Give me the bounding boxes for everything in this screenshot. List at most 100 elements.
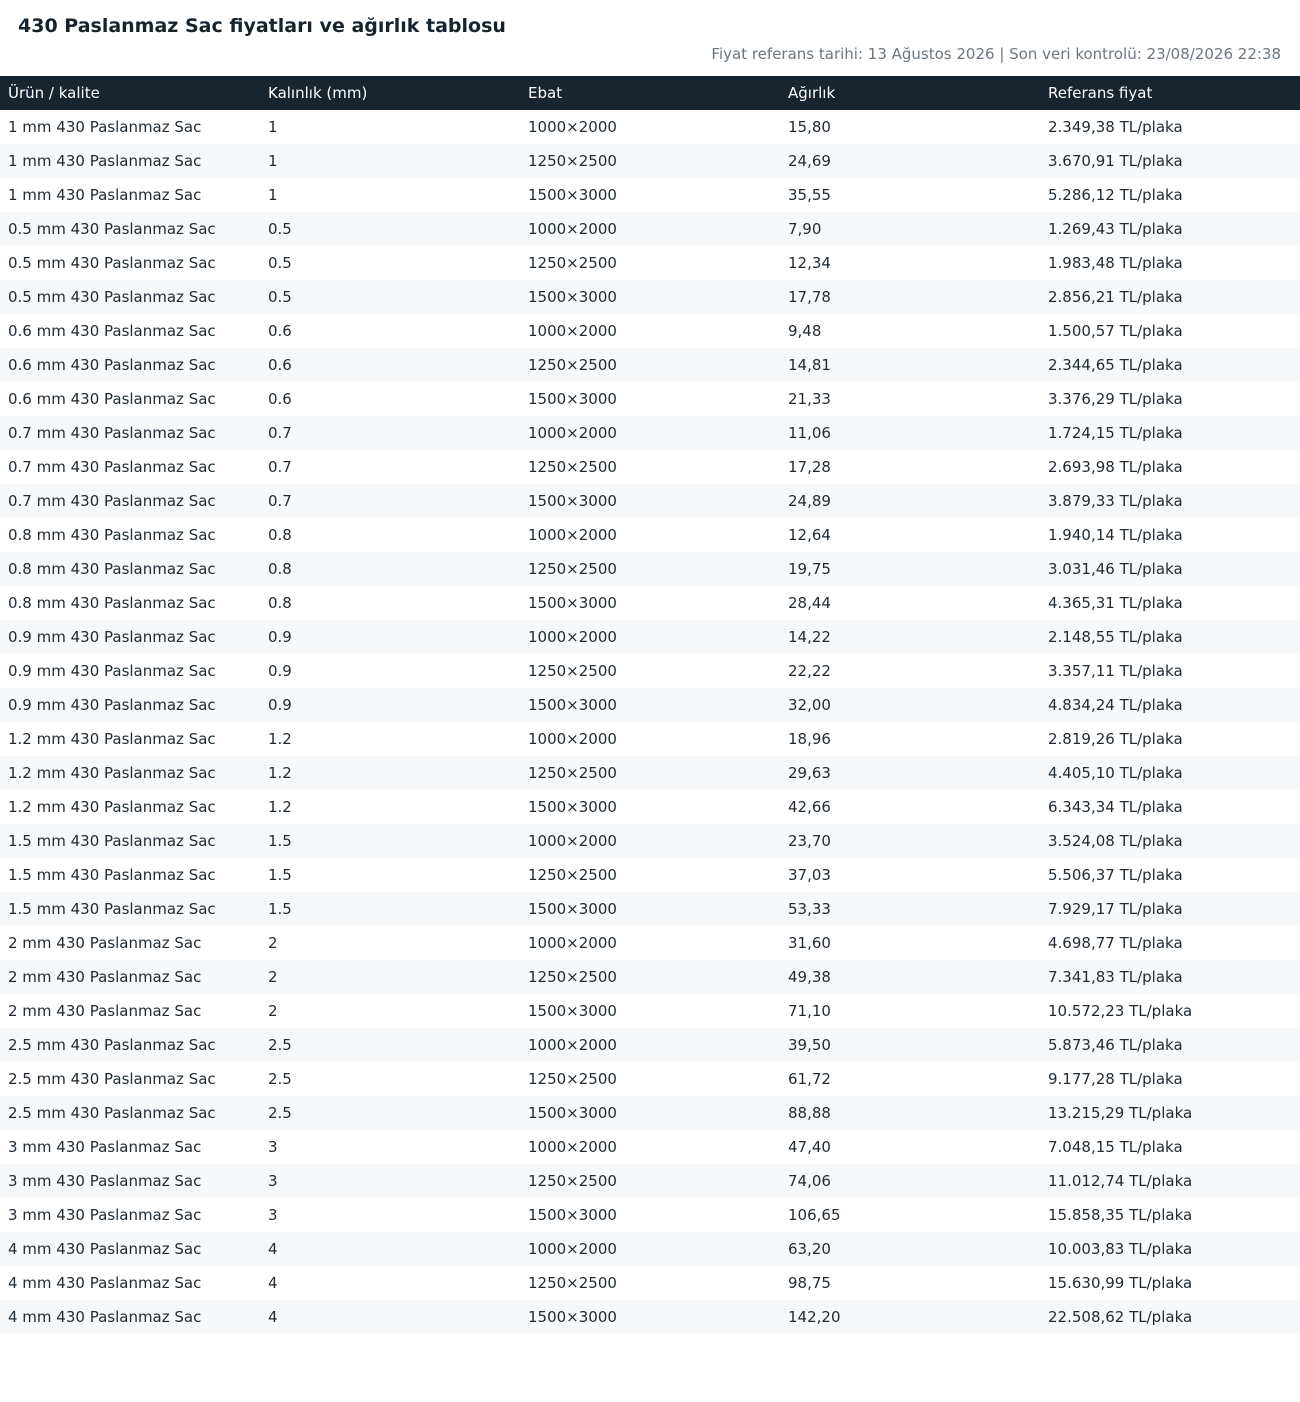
thickness-cell: 0.8 (268, 560, 292, 578)
price-cell: 2.693,98 TL/plaka (1048, 458, 1183, 476)
weight-cell: 49,38 (788, 968, 831, 986)
product-cell: 0.6 mm 430 Paslanmaz Sac (8, 356, 216, 374)
product-cell: 0.8 mm 430 Paslanmaz Sac (8, 560, 216, 578)
thickness-cell: 4 (268, 1308, 278, 1326)
table-row: 2 mm 430 Paslanmaz Sac 2 1000×2000 31,60 4.6… (0, 926, 1300, 960)
table-row: 0.5 mm 430 Paslanmaz Sac 0.5 1250×2500 12,3… (0, 246, 1300, 280)
thickness-cell: 4 (268, 1240, 278, 1258)
size-cell: 1500×3000 (528, 1206, 617, 1224)
product-cell: 0.5 mm 430 Paslanmaz Sac (8, 288, 216, 306)
product-cell: 0.9 mm 430 Paslanmaz Sac (8, 628, 216, 646)
table-row: 1 mm 430 Paslanmaz Sac 1 1250×2500 24,69 3.6… (0, 144, 1300, 178)
price-cell: 3.376,29 TL/plaka (1048, 390, 1183, 408)
product-cell: 0.6 mm 430 Paslanmaz Sac (8, 390, 216, 408)
price-cell: 7.048,15 TL/plaka (1048, 1138, 1183, 1156)
size-cell: 1250×2500 (528, 356, 617, 374)
size-cell: 1000×2000 (528, 424, 617, 442)
size-cell: 1000×2000 (528, 628, 617, 646)
product-cell: 2.5 mm 430 Paslanmaz Sac (8, 1036, 216, 1054)
column-header-weight: Ağırlık (788, 84, 836, 102)
size-cell: 1250×2500 (528, 152, 617, 170)
price-cell: 11.012,74 TL/plaka (1048, 1172, 1193, 1190)
price-cell: 1.500,57 TL/plaka (1048, 322, 1183, 340)
price-cell: 1.269,43 TL/plaka (1048, 220, 1183, 238)
table-row: 3 mm 430 Paslanmaz Sac 3 1250×2500 74,06 11.… (0, 1164, 1300, 1198)
weight-cell: 61,72 (788, 1070, 831, 1088)
weight-cell: 24,89 (788, 492, 831, 510)
product-cell: 0.7 mm 430 Paslanmaz Sac (8, 458, 216, 476)
weight-cell: 17,78 (788, 288, 831, 306)
table-row: 1 mm 430 Paslanmaz Sac 1 1500×3000 35,55 5.2… (0, 178, 1300, 212)
weight-cell: 71,10 (788, 1002, 831, 1020)
product-cell: 2 mm 430 Paslanmaz Sac (8, 968, 202, 986)
size-cell: 1000×2000 (528, 526, 617, 544)
price-cell: 1.940,14 TL/plaka (1048, 526, 1183, 544)
thickness-cell: 1 (268, 186, 278, 204)
size-cell: 1000×2000 (528, 1240, 617, 1258)
thickness-cell: 0.6 (268, 390, 292, 408)
thickness-cell: 3 (268, 1206, 278, 1224)
weight-cell: 21,33 (788, 390, 831, 408)
thickness-cell: 2.5 (268, 1070, 292, 1088)
table-row: 1.2 mm 430 Paslanmaz Sac 1.2 1000×2000 18,9… (0, 722, 1300, 756)
size-cell: 1500×3000 (528, 798, 617, 816)
table-row: 1.2 mm 430 Paslanmaz Sac 1.2 1250×2500 29,6… (0, 756, 1300, 790)
price-cell: 15.630,99 TL/plaka (1048, 1274, 1193, 1292)
weight-cell: 106,65 (788, 1206, 841, 1224)
thickness-cell: 0.5 (268, 288, 292, 306)
thickness-cell: 2 (268, 934, 278, 952)
product-cell: 0.5 mm 430 Paslanmaz Sac (8, 220, 216, 238)
thickness-cell: 1.5 (268, 832, 292, 850)
size-cell: 1500×3000 (528, 594, 617, 612)
table-body: 1 mm 430 Paslanmaz Sac 1 1000×2000 15,80 2.3… (0, 110, 1300, 1334)
weight-cell: 19,75 (788, 560, 831, 578)
table-row: 1 mm 430 Paslanmaz Sac 1 1000×2000 15,80 2.3… (0, 110, 1300, 144)
thickness-cell: 4 (268, 1274, 278, 1292)
price-cell: 2.344,65 TL/plaka (1048, 356, 1183, 374)
price-cell: 10.572,23 TL/plaka (1048, 1002, 1193, 1020)
weight-cell: 29,63 (788, 764, 831, 782)
size-cell: 1250×2500 (528, 1274, 617, 1292)
weight-cell: 142,20 (788, 1308, 841, 1326)
table-row: 2 mm 430 Paslanmaz Sac 2 1500×3000 71,10 10.… (0, 994, 1300, 1028)
thickness-cell: 0.9 (268, 696, 292, 714)
size-cell: 1250×2500 (528, 662, 617, 680)
table-row: 0.7 mm 430 Paslanmaz Sac 0.7 1000×2000 11,0… (0, 416, 1300, 450)
size-cell: 1000×2000 (528, 1036, 617, 1054)
product-cell: 2.5 mm 430 Paslanmaz Sac (8, 1104, 216, 1122)
column-header-product: Ürün / kalite (8, 84, 100, 102)
thickness-cell: 0.7 (268, 424, 292, 442)
product-cell: 1.2 mm 430 Paslanmaz Sac (8, 764, 216, 782)
table-row: 4 mm 430 Paslanmaz Sac 4 1250×2500 98,75 15.… (0, 1266, 1300, 1300)
size-cell: 1250×2500 (528, 968, 617, 986)
thickness-cell: 1.5 (268, 866, 292, 884)
weight-cell: 74,06 (788, 1172, 831, 1190)
product-cell: 2 mm 430 Paslanmaz Sac (8, 934, 202, 952)
price-cell: 4.405,10 TL/plaka (1048, 764, 1183, 782)
size-cell: 1500×3000 (528, 390, 617, 408)
table-row: 0.9 mm 430 Paslanmaz Sac 0.9 1250×2500 22,2… (0, 654, 1300, 688)
weight-cell: 9,48 (788, 322, 822, 340)
table-row: 4 mm 430 Paslanmaz Sac 4 1500×3000 142,20 22… (0, 1300, 1300, 1334)
product-cell: 2 mm 430 Paslanmaz Sac (8, 1002, 202, 1020)
thickness-cell: 0.9 (268, 662, 292, 680)
price-cell: 2.349,38 TL/plaka (1048, 118, 1183, 136)
weight-cell: 42,66 (788, 798, 831, 816)
price-table-container: Ürün / kalite Kalınlık (mm) Ebat Ağırlık… (0, 76, 1300, 1334)
size-cell: 1250×2500 (528, 458, 617, 476)
column-header-size: Ebat (528, 84, 563, 102)
price-cell: 9.177,28 TL/plaka (1048, 1070, 1183, 1088)
price-reference-meta: Fiyat referans tarihi: 13 Ağustos 2026 |… (711, 45, 1281, 63)
price-cell: 3.879,33 TL/plaka (1048, 492, 1183, 510)
product-cell: 3 mm 430 Paslanmaz Sac (8, 1206, 202, 1224)
weight-cell: 14,22 (788, 628, 831, 646)
price-cell: 15.858,35 TL/plaka (1048, 1206, 1193, 1224)
weight-cell: 53,33 (788, 900, 831, 918)
product-cell: 3 mm 430 Paslanmaz Sac (8, 1138, 202, 1156)
table-header: Ürün / kalite Kalınlık (mm) Ebat Ağırlık… (0, 76, 1300, 110)
product-cell: 1 mm 430 Paslanmaz Sac (8, 186, 202, 204)
thickness-cell: 0.8 (268, 526, 292, 544)
price-cell: 5.873,46 TL/plaka (1048, 1036, 1183, 1054)
table-row: 0.9 mm 430 Paslanmaz Sac 0.9 1500×3000 32,0… (0, 688, 1300, 722)
table-row: 2.5 mm 430 Paslanmaz Sac 2.5 1250×2500 61,7… (0, 1062, 1300, 1096)
